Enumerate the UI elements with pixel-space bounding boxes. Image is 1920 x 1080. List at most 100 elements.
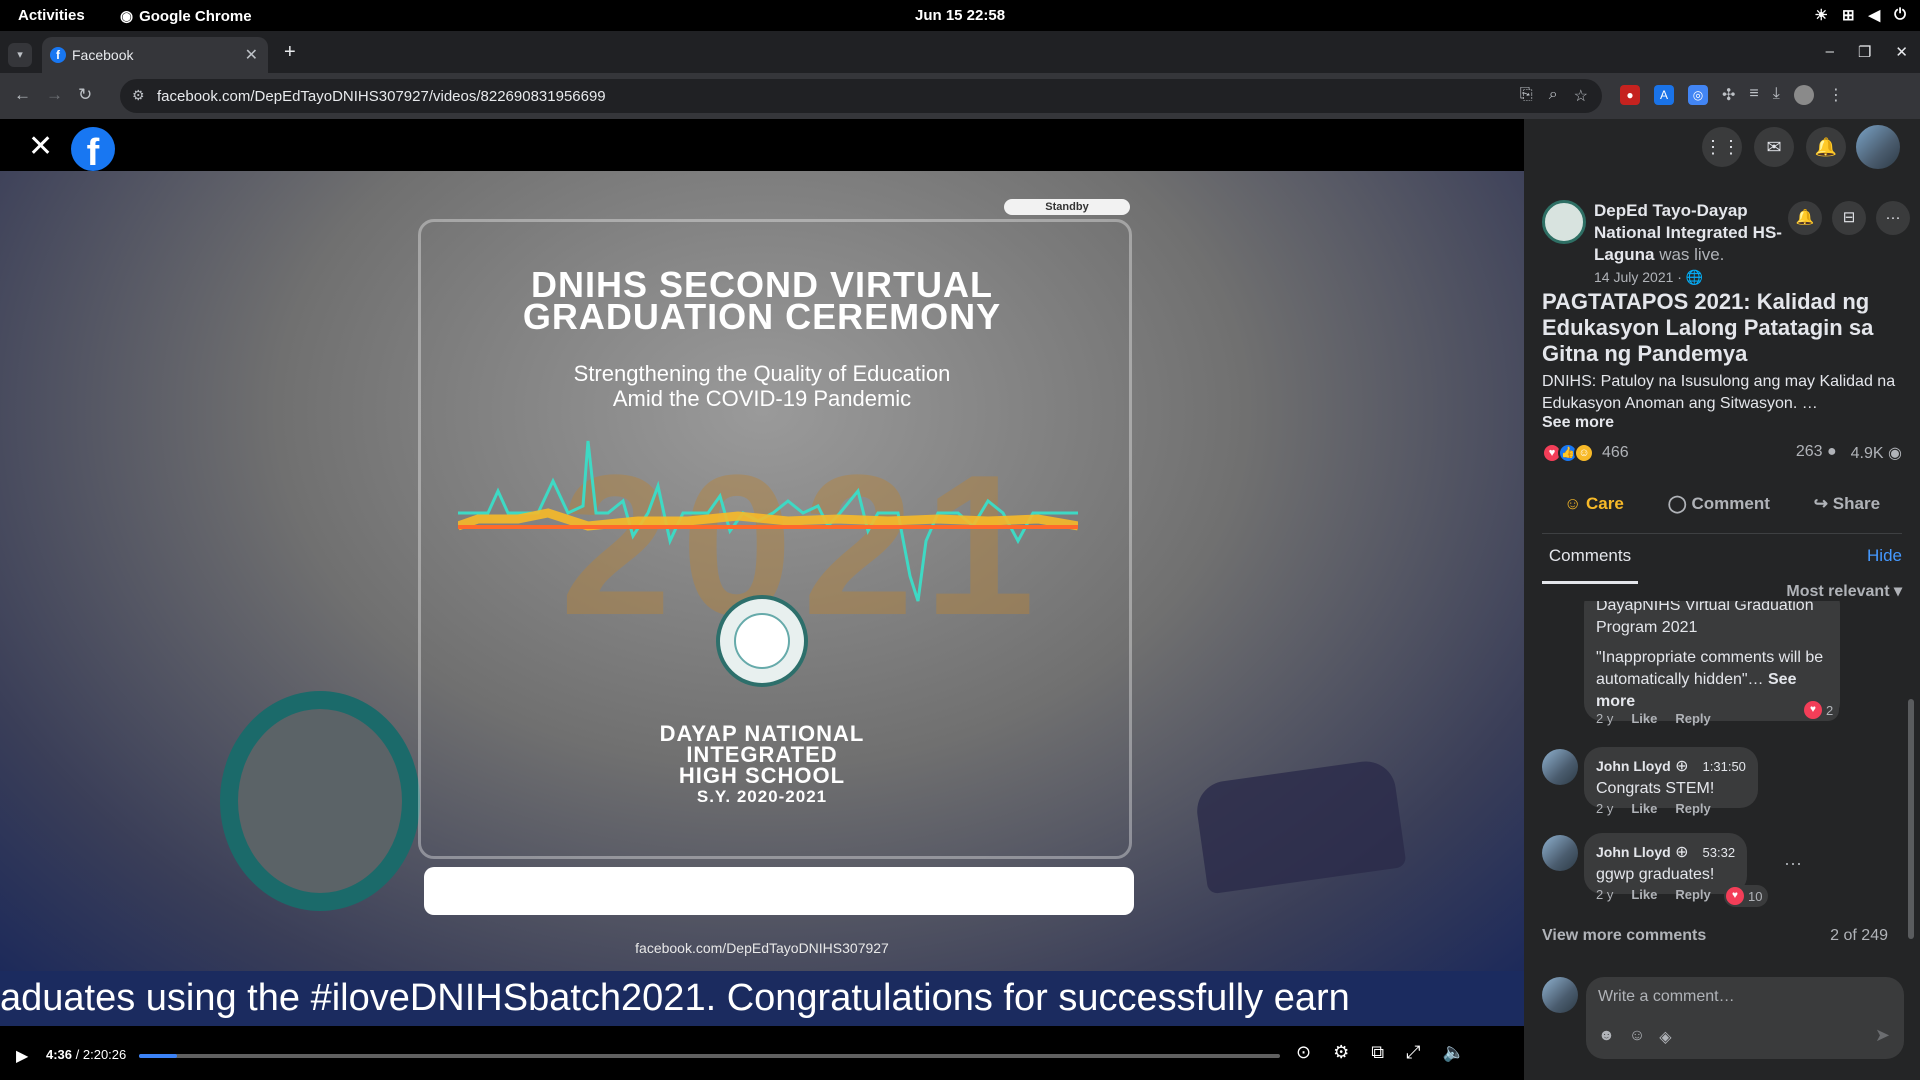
post-date-text[interactable]: 14 July 2021 · <box>1594 269 1686 285</box>
comment-author[interactable]: John Lloyd <box>1596 758 1671 774</box>
activities-button[interactable]: Activities <box>18 7 85 24</box>
top-fan-badge-icon: ⊕ <box>1675 844 1689 861</box>
minimize-icon[interactable]: – <box>1826 43 1834 61</box>
commenter-avatar[interactable] <box>1542 749 1578 785</box>
comment-like-button[interactable]: Like <box>1631 711 1657 726</box>
duration: / 2:20:26 <box>75 1047 127 1062</box>
comment-reply-button[interactable]: Reply <box>1675 801 1710 816</box>
fullscreen-icon[interactable]: ⤢ <box>1406 1042 1420 1063</box>
more-options-icon[interactable]: ··· <box>1876 201 1910 235</box>
page-avatar[interactable] <box>1542 200 1586 244</box>
hide-comments-link[interactable]: Hide <box>1867 546 1902 566</box>
reload-icon[interactable]: ↻ <box>78 85 92 105</box>
comment-bubble: John Lloyd ⊕ 53:32 ggwp graduates! <box>1584 833 1748 894</box>
comment-author[interactable]: John Lloyd <box>1596 844 1671 860</box>
post-panel: ⋮⋮ ✉ 🔔 DepEd Tayo-Dayap National Integra… <box>1524 119 1920 1080</box>
avatar-sticker-icon[interactable]: ☻ <box>1598 1027 1615 1047</box>
extensions-area: ● A ◎ ✣ ≡ ⤓ ⋮ <box>1620 85 1844 105</box>
school-name-line1: DAYAP NATIONAL <box>659 721 865 746</box>
forward-icon[interactable]: → <box>46 85 63 105</box>
close-viewer-icon[interactable]: ✕ <box>28 129 53 164</box>
system-tray[interactable]: ☀ ⊞ ◀ ⏻ <box>1815 6 1906 24</box>
comment-button[interactable]: ◯ Comment <box>1668 494 1770 514</box>
comments-scrollbar[interactable] <box>1906 609 1916 949</box>
comment-meta: 2 y Like Reply <box>1596 887 1711 902</box>
comment-reaction-badge[interactable]: ♥ 2 <box>1802 699 1840 721</box>
comment-age[interactable]: 2 y <box>1596 801 1613 816</box>
comment-reaction-badge[interactable]: ♥ 10 <box>1724 885 1769 907</box>
site-info-icon[interactable]: ⚙ <box>132 87 145 104</box>
sort-dropdown[interactable]: Most relevant ▾ <box>1786 581 1902 601</box>
tab-search-button[interactable]: ▾ <box>8 43 32 67</box>
install-app-icon[interactable]: ⎘ <box>1520 86 1533 106</box>
notifications-bell-icon[interactable]: 🔔 <box>1806 127 1846 167</box>
comment-age[interactable]: 2 y <box>1596 887 1613 902</box>
restore-icon[interactable]: ❐ <box>1858 43 1871 61</box>
comment-text-line: Program 2021 <box>1596 619 1698 636</box>
bookmark-star-icon[interactable]: ☆ <box>1574 86 1588 106</box>
messenger-icon[interactable]: ✉ <box>1754 127 1794 167</box>
extension-icon[interactable]: ● <box>1620 85 1640 105</box>
heart-icon: ♥ <box>1804 701 1822 719</box>
zoom-icon[interactable]: ⌕ <box>1549 86 1558 106</box>
reaction-summary[interactable]: ♥ 👍 ☺ 466 <box>1542 443 1629 463</box>
screenshot-extension-icon[interactable]: ◎ <box>1688 85 1708 105</box>
clock[interactable]: Jun 15 22:58 <box>915 7 1005 24</box>
comment-reaction-count: 2 <box>1826 702 1834 718</box>
see-more-link[interactable]: See more <box>1542 414 1614 432</box>
url-text[interactable]: facebook.com/DepEdTayoDNIHS307927/videos… <box>157 88 606 105</box>
video-frame[interactable]: 2021 Standby DNIHS SECOND VIRTUAL GRADUA… <box>0 171 1524 971</box>
follow-bell-icon[interactable]: 🔔 <box>1788 201 1822 235</box>
send-icon[interactable]: ➤ <box>1875 1025 1890 1046</box>
media-controls-icon[interactable]: ≡ <box>1749 85 1758 105</box>
comment-text: Congrats STEM! <box>1596 780 1715 797</box>
view-more-comments-link[interactable]: View more comments <box>1542 927 1706 945</box>
comment-stat[interactable]: 263 ● <box>1796 443 1837 463</box>
user-avatar[interactable] <box>1856 125 1900 169</box>
chrome-menu-icon[interactable]: ⋮ <box>1828 85 1844 105</box>
care-emoji-icon: ☺ <box>1563 494 1582 513</box>
comment-timestamp[interactable]: 1:31:50 <box>1703 759 1746 774</box>
address-bar[interactable]: ⚙ facebook.com/DepEdTayoDNIHS307927/vide… <box>120 79 1602 113</box>
sticker-icon[interactable]: ◈ <box>1659 1027 1671 1047</box>
comment-bubble: John Lloyd ⊕ 1:31:50 Congrats STEM! <box>1584 747 1758 808</box>
tab-comments[interactable]: Comments <box>1542 534 1638 584</box>
progress-bar[interactable] <box>139 1054 1280 1058</box>
comment-like-button[interactable]: Like <box>1631 801 1657 816</box>
facebook-logo-icon[interactable]: f <box>71 127 115 174</box>
play-icon[interactable]: ▶ <box>16 1046 28 1066</box>
comment-age[interactable]: 2 y <box>1596 711 1613 726</box>
post-description: DNIHS: Patuloy na Isusulong ang may Kali… <box>1542 373 1896 412</box>
translate-extension-icon[interactable]: A <box>1654 85 1674 105</box>
new-tab-button[interactable]: + <box>284 41 296 64</box>
comments-list: DayapNIHS Virtual Graduation Program 202… <box>1524 601 1904 931</box>
comment-reply-button[interactable]: Reply <box>1675 711 1710 726</box>
comment-options-icon[interactable]: ··· <box>1784 853 1802 874</box>
volume-control-icon[interactable]: 🔈 <box>1443 1042 1465 1063</box>
picture-in-picture-icon[interactable]: ⧉ <box>1371 1042 1384 1063</box>
care-button[interactable]: ☺ Care <box>1564 494 1624 514</box>
comment-reply-button[interactable]: Reply <box>1675 887 1710 902</box>
facebook-favicon-icon: f <box>50 47 66 63</box>
comment-bubble-icon: ● <box>1826 443 1837 460</box>
menu-grid-icon[interactable]: ⋮⋮ <box>1702 127 1742 167</box>
back-icon[interactable]: ← <box>14 85 31 105</box>
profile-avatar[interactable] <box>1793 85 1814 105</box>
app-menu[interactable]: ◉ Google Chrome <box>120 7 252 26</box>
brightness-icon: ☀ <box>1814 7 1828 24</box>
share-button[interactable]: ↪ Share <box>1814 494 1880 514</box>
share-icon: ↪ <box>1813 494 1829 513</box>
commenter-avatar[interactable] <box>1542 835 1578 871</box>
comment-like-button[interactable]: Like <box>1631 887 1657 902</box>
captions-icon[interactable]: ⊙ <box>1296 1042 1311 1063</box>
save-post-icon[interactable]: ⊟ <box>1832 201 1866 235</box>
browser-tab[interactable]: f Facebook ✕ <box>42 37 268 73</box>
settings-gear-icon[interactable]: ⚙ <box>1333 1042 1349 1063</box>
comment-timestamp[interactable]: 53:32 <box>1703 845 1736 860</box>
downloads-icon[interactable]: ⤓ <box>1773 85 1780 105</box>
close-window-icon[interactable]: ✕ <box>1895 43 1908 61</box>
emoji-icon[interactable]: ☺ <box>1629 1027 1645 1047</box>
close-tab-icon[interactable]: ✕ <box>245 45 258 65</box>
comment-input[interactable] <box>1598 985 1888 1009</box>
puzzle-extensions-icon[interactable]: ✣ <box>1722 85 1735 105</box>
